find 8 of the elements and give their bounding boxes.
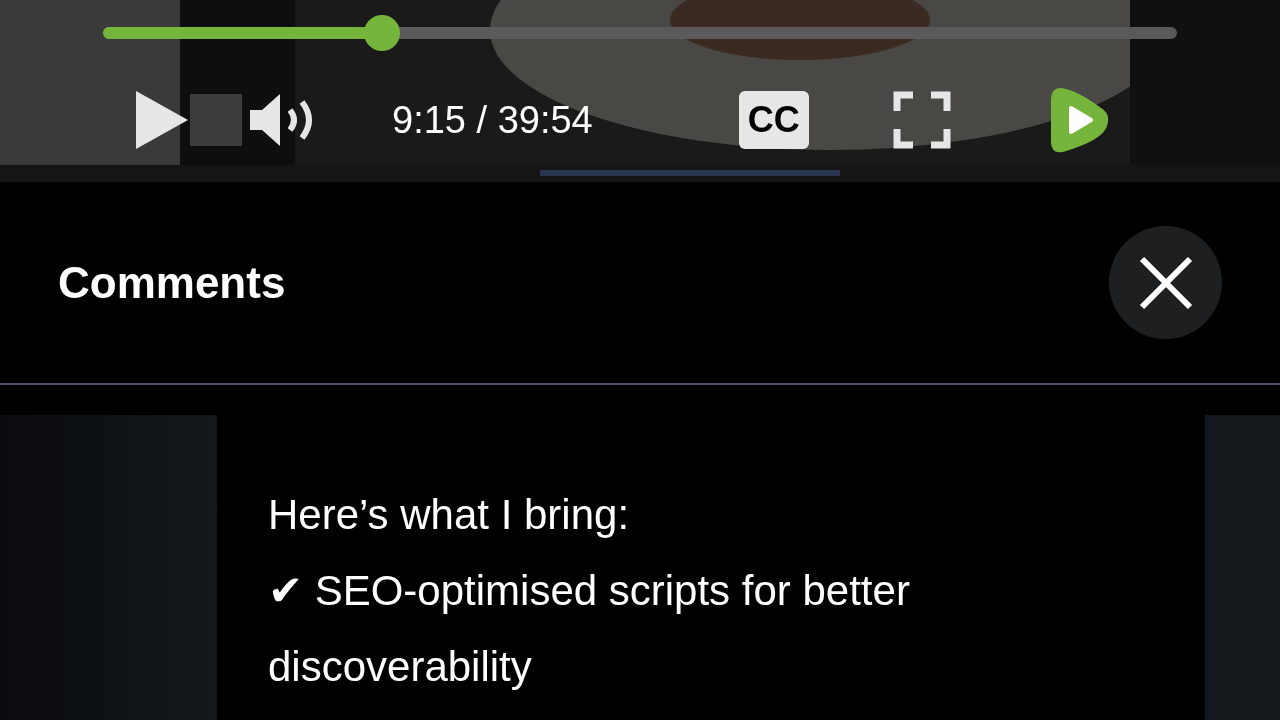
thumbnail [190,94,242,146]
close-icon [1137,254,1194,311]
captions-button[interactable]: CC [738,91,809,149]
fullscreen-icon[interactable] [892,91,951,149]
comment-text: ✔ SEO-optimised scripts for better discoverability [268,566,911,692]
time-display: 9:15 / 39:54 [392,97,593,143]
comments-title: Comments [58,256,286,309]
comment-text: Here’s what I bring: [268,490,631,540]
